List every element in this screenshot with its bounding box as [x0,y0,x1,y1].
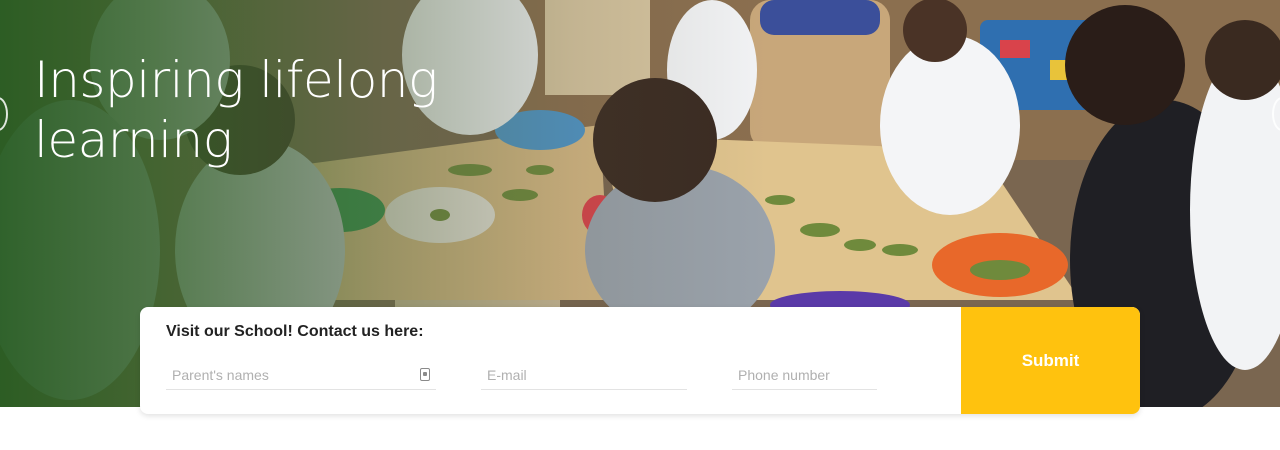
contact-card-icon [420,368,430,381]
contact-form-heading: Visit our School! Contact us here: [166,323,424,340]
email-field [481,363,687,390]
contact-form: Visit our School! Contact us here: Submi… [140,307,1140,414]
parent-names-field [166,363,436,390]
phone-field [732,363,877,390]
page: Inspiring lifelong learning Visit our Sc… [0,0,1280,450]
submit-button[interactable]: Submit [961,307,1140,414]
parent-names-input[interactable] [166,363,436,387]
email-input[interactable] [481,363,687,387]
hero-title: Inspiring lifelong learning [34,51,438,169]
phone-input[interactable] [732,363,877,387]
